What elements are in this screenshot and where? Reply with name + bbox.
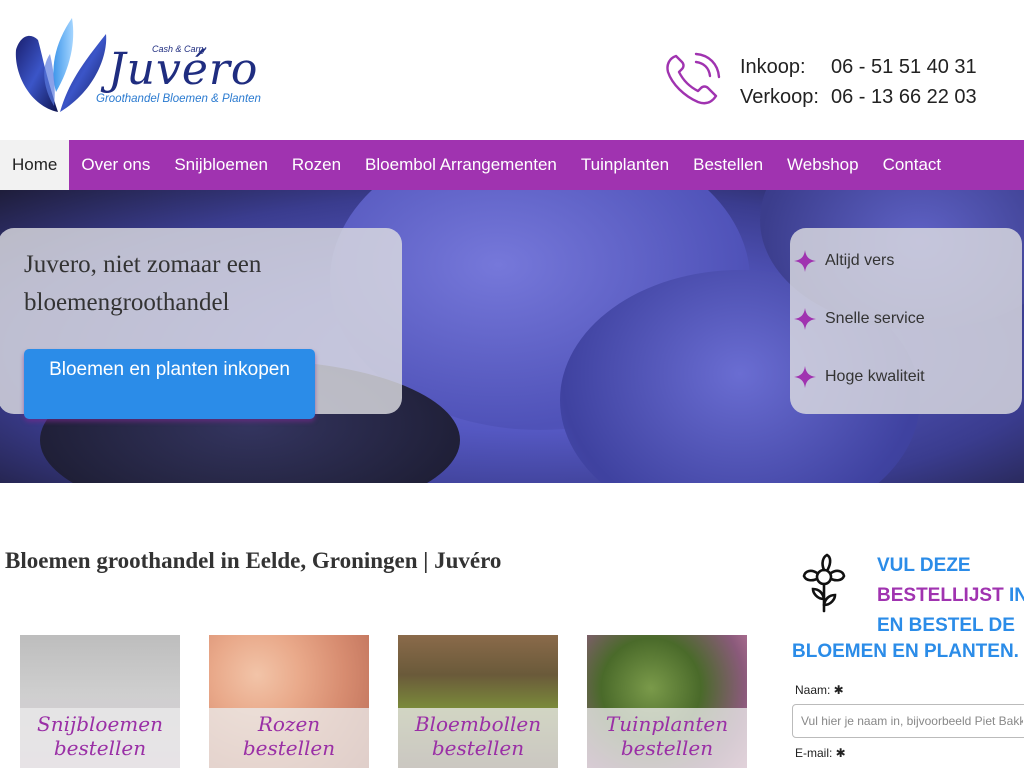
order-form-title: VUL DEZE BESTELLIJST IN EN BESTEL DE (877, 551, 1024, 641)
verkoop-row: Verkoop: 06 - 13 66 22 03 (740, 82, 977, 112)
features-card: Altijd vers Snelle service Hoge kwalitei… (790, 228, 1022, 414)
sparkle-icon (794, 250, 816, 272)
inkoop-label: Inkoop: (740, 56, 806, 78)
tile-tuinplanten[interactable]: Tuinplanten bestellen (587, 635, 747, 768)
nav-item-contact[interactable]: Contact (871, 140, 954, 190)
email-label: E-mail: ✱ (795, 746, 846, 760)
verkoop-label: Verkoop: (740, 86, 819, 108)
brand-name: Juvéro (108, 44, 259, 95)
hero-banner: Juvero, niet zomaar een bloemengroothand… (0, 190, 1024, 483)
verkoop-phone[interactable]: 06 - 13 66 22 03 (831, 82, 977, 112)
nav-item-bestellen[interactable]: Bestellen (681, 140, 775, 190)
feature-label: Hoge kwaliteit (825, 368, 925, 385)
feature-label: Snelle service (825, 310, 925, 327)
tile-bloembollen[interactable]: Bloembollen bestellen (398, 635, 558, 768)
nav-item-snijbloemen[interactable]: Snijbloemen (162, 140, 280, 190)
inkoop-phone[interactable]: 06 - 51 51 40 31 (831, 52, 977, 82)
nav-item-home[interactable]: Home (0, 140, 70, 190)
nav-item-rozen[interactable]: Rozen (280, 140, 353, 190)
feature-item: Altijd vers (794, 250, 894, 272)
inkoop-row: Inkoop: 06 - 51 51 40 31 (740, 52, 977, 82)
nav-item-over-ons[interactable]: Over ons (69, 140, 162, 190)
buy-flowers-button[interactable]: Bloemen en planten inkopen (24, 349, 315, 419)
sparkle-icon (794, 308, 816, 330)
order-form-subtitle: BLOEMEN EN PLANTEN. (792, 641, 1019, 662)
tile-rozen[interactable]: Rozen bestellen (209, 635, 369, 768)
hero-title: Juvero, niet zomaar een bloemengroothand… (24, 251, 262, 316)
tile-label: Bloembollen bestellen (398, 708, 558, 768)
name-label: Naam: ✱ (795, 683, 844, 697)
phone-icon (666, 52, 721, 105)
feature-label: Altijd vers (825, 252, 895, 269)
order-form-title-part: IN (1008, 585, 1024, 606)
flower-icon (802, 553, 846, 613)
brand-subtitle: Groothandel Bloemen & Planten (96, 93, 261, 105)
tile-label: Rozen bestellen (209, 708, 369, 768)
hero-intro-card: Juvero, niet zomaar een bloemengroothand… (0, 228, 402, 419)
nav-item-webshop[interactable]: Webshop (775, 140, 871, 190)
feature-item: Snelle service (794, 308, 925, 330)
main-nav: Home Over ons Snijbloemen Rozen Bloembol… (0, 140, 1024, 190)
tile-label: Snijbloemen bestellen (20, 708, 180, 768)
sparkle-icon (794, 366, 816, 388)
tile-label: Tuinplanten bestellen (587, 708, 747, 768)
feature-item: Hoge kwaliteit (794, 366, 925, 388)
iris-logo-icon (15, 18, 107, 113)
juvero-logo[interactable]: Cash & Carry Juvéro Groothandel Bloemen … (10, 14, 280, 116)
name-field[interactable] (792, 704, 1024, 738)
nav-item-bloembol-arrangementen[interactable]: Bloembol Arrangementen (353, 140, 569, 190)
order-form-title-highlight: BESTELLIJST (877, 585, 1004, 606)
order-form-title-part: EN BESTEL DE (877, 615, 1015, 636)
site-header: Cash & Carry Juvéro Groothandel Bloemen … (0, 0, 1024, 140)
contact-numbers: Inkoop: 06 - 51 51 40 31 Verkoop: 06 - 1… (740, 52, 977, 112)
order-form-title-part: VUL DEZE (877, 555, 971, 576)
page-title: Bloemen groothandel in Eelde, Groningen … (5, 548, 502, 573)
nav-item-tuinplanten[interactable]: Tuinplanten (569, 140, 681, 190)
tile-snijbloemen[interactable]: Snijbloemen bestellen (20, 635, 180, 768)
